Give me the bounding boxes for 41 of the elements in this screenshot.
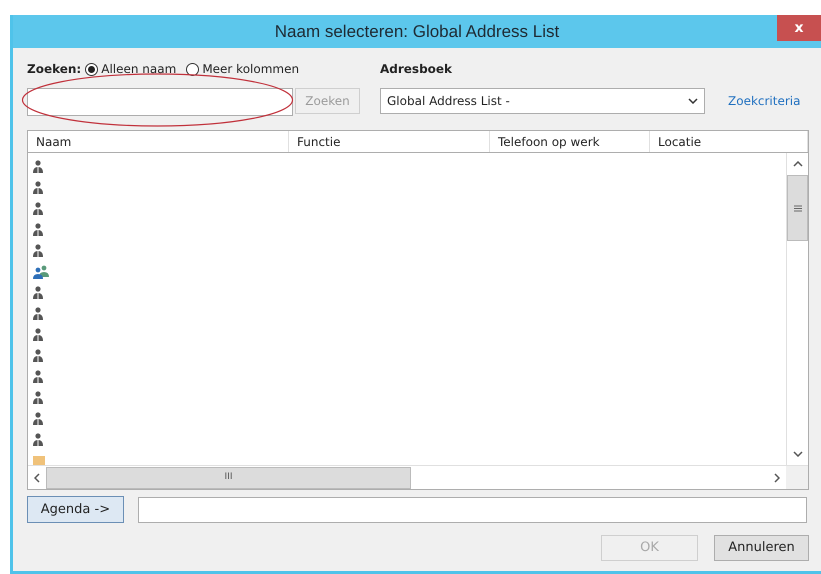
search-criteria-link[interactable]: Zoekcriteria: [728, 92, 800, 110]
person-icon: [33, 390, 43, 404]
person-icon: [33, 306, 43, 320]
column-header[interactable]: Functie: [289, 131, 490, 152]
person-icon: [33, 412, 43, 426]
scrollbar-corner: [786, 466, 808, 489]
column-header[interactable]: Naam: [28, 131, 289, 152]
chevron-down-icon: [688, 98, 698, 104]
search-label: Zoeken:: [27, 61, 82, 78]
person-icon: [33, 286, 43, 300]
address-book-dropdown[interactable]: Global Address List -: [380, 88, 705, 114]
agenda-field[interactable]: [138, 496, 807, 522]
column-header[interactable]: Locatie: [650, 131, 808, 152]
radio-option[interactable]: Meer kolommen: [186, 60, 300, 78]
column-header[interactable]: Telefoon op werk: [490, 131, 650, 152]
chevron-down-icon[interactable]: [792, 451, 802, 457]
agenda-button[interactable]: Agenda ->: [27, 496, 124, 523]
horizontal-scrollbar[interactable]: III: [28, 466, 786, 489]
group-icon: [33, 264, 49, 278]
person-icon: [33, 222, 43, 236]
scroll-thumb[interactable]: [787, 175, 808, 241]
person-icon: [33, 244, 43, 258]
radio-option[interactable]: Alleen naam: [85, 60, 176, 78]
person-icon: [33, 348, 43, 362]
person-icon: [33, 370, 43, 384]
folder-icon: [33, 456, 45, 465]
chevron-up-icon[interactable]: [792, 161, 802, 167]
window-title: Naam selecteren: Global Address List: [274, 20, 560, 43]
dialog-button[interactable]: Annuleren: [714, 535, 809, 561]
vertical-scrollbar[interactable]: [786, 153, 808, 465]
close-button[interactable]: x: [777, 15, 821, 41]
scroll-thumb[interactable]: III: [46, 466, 411, 488]
person-icon: [33, 328, 43, 342]
person-icon: [33, 202, 43, 216]
person-icon: [33, 160, 43, 174]
person-icon: [33, 432, 43, 446]
chevron-right-icon[interactable]: [774, 472, 780, 482]
search-field[interactable]: [27, 88, 293, 116]
chevron-left-icon[interactable]: [34, 472, 40, 482]
person-icon: [33, 180, 43, 194]
address-book-label: Adresboek: [380, 61, 454, 78]
